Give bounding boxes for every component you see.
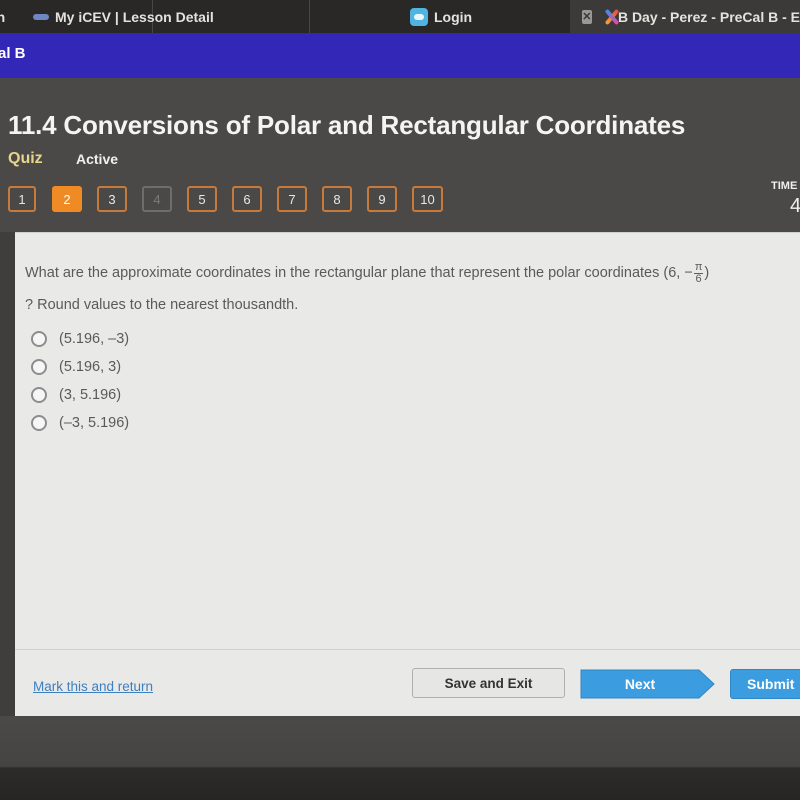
cloud-icon <box>410 7 428 26</box>
question-text-part1: What are the approximate coordinates in … <box>25 265 693 281</box>
left-edge <box>0 232 15 716</box>
course-title: al B <box>0 45 26 62</box>
question-text-line2: ? Round values to the nearest thousandth… <box>25 297 299 313</box>
radio-button[interactable] <box>31 415 47 431</box>
fraction-numerator: π <box>693 260 704 274</box>
activity-type-label: Quiz <box>8 150 43 167</box>
question-nav-1[interactable]: 1 <box>8 186 36 212</box>
x-logo-icon <box>602 8 614 26</box>
answer-option[interactable]: (3, 5.196) <box>31 381 129 409</box>
question-text: What are the approximate coordinates in … <box>25 257 800 321</box>
submit-button[interactable]: Submit <box>730 669 800 699</box>
tab-precal-b[interactable]: ✕ B Day - Perez - PreCal B - E <box>570 0 800 33</box>
question-nav-10[interactable]: 10 <box>412 186 443 212</box>
tab-label: Login <box>434 8 473 25</box>
next-button-label: Next <box>624 676 656 692</box>
screen-bezel <box>0 716 800 800</box>
option-label: (5.196, –3) <box>59 331 130 347</box>
close-icon[interactable]: ✕ <box>582 9 592 24</box>
question-text-part2: ) <box>704 265 710 281</box>
next-button[interactable]: Next <box>580 669 715 699</box>
timer-value: 4 <box>790 195 800 217</box>
option-label: (5.196, 3) <box>59 359 122 375</box>
question-nav-7[interactable]: 7 <box>277 186 307 212</box>
answer-option[interactable]: (5.196, –3) <box>31 325 129 353</box>
browser-tab-bar: th My iCEV | Lesson Detail Login ✕ B Day… <box>0 0 800 33</box>
question-nav-9[interactable]: 9 <box>367 186 397 212</box>
option-label: (3, 5.196) <box>59 387 122 403</box>
radio-button[interactable] <box>31 387 47 403</box>
question-nav-8[interactable]: 8 <box>322 186 352 212</box>
fraction-denominator: 6 <box>695 272 702 285</box>
save-and-exit-button[interactable]: Save and Exit <box>412 668 565 698</box>
mark-and-return-link[interactable]: Mark this and return <box>33 679 153 694</box>
tab-label: My iCEV | Lesson Detail <box>55 8 214 25</box>
answer-option[interactable]: (5.196, 3) <box>31 353 129 381</box>
status-label: Active <box>76 151 119 167</box>
page-title: 11.4 Conversions of Polar and Rectangula… <box>8 110 686 140</box>
question-nav-5[interactable]: 5 <box>187 186 217 212</box>
footer-divider <box>15 649 800 650</box>
answer-options: (5.196, –3) (5.196, 3) (3, 5.196) (–3, 5… <box>31 325 129 437</box>
tab-login[interactable]: Login <box>310 0 570 33</box>
tab-label: th <box>0 8 6 25</box>
answer-option[interactable]: (–3, 5.196) <box>31 409 129 437</box>
question-nav-2[interactable]: 2 <box>52 186 82 212</box>
app-header: al B <box>0 33 800 78</box>
icev-logo-icon <box>33 13 49 20</box>
radio-button[interactable] <box>31 359 47 375</box>
fraction-pi-over-6: π6 <box>693 260 704 285</box>
option-label: (–3, 5.196) <box>59 415 130 431</box>
question-nav-3[interactable]: 3 <box>97 186 127 212</box>
question-nav-4: 4 <box>142 186 172 212</box>
timer-label: TIME <box>771 180 798 192</box>
quiz-header: 11.4 Conversions of Polar and Rectangula… <box>0 78 800 233</box>
tab-label: B Day - Perez - PreCal B - E <box>617 8 800 25</box>
tab-icev-lesson-detail[interactable]: My iCEV | Lesson Detail <box>33 0 248 33</box>
question-panel: What are the approximate coordinates in … <box>15 232 800 716</box>
radio-button[interactable] <box>31 331 47 347</box>
question-nav-6[interactable]: 6 <box>232 186 262 212</box>
